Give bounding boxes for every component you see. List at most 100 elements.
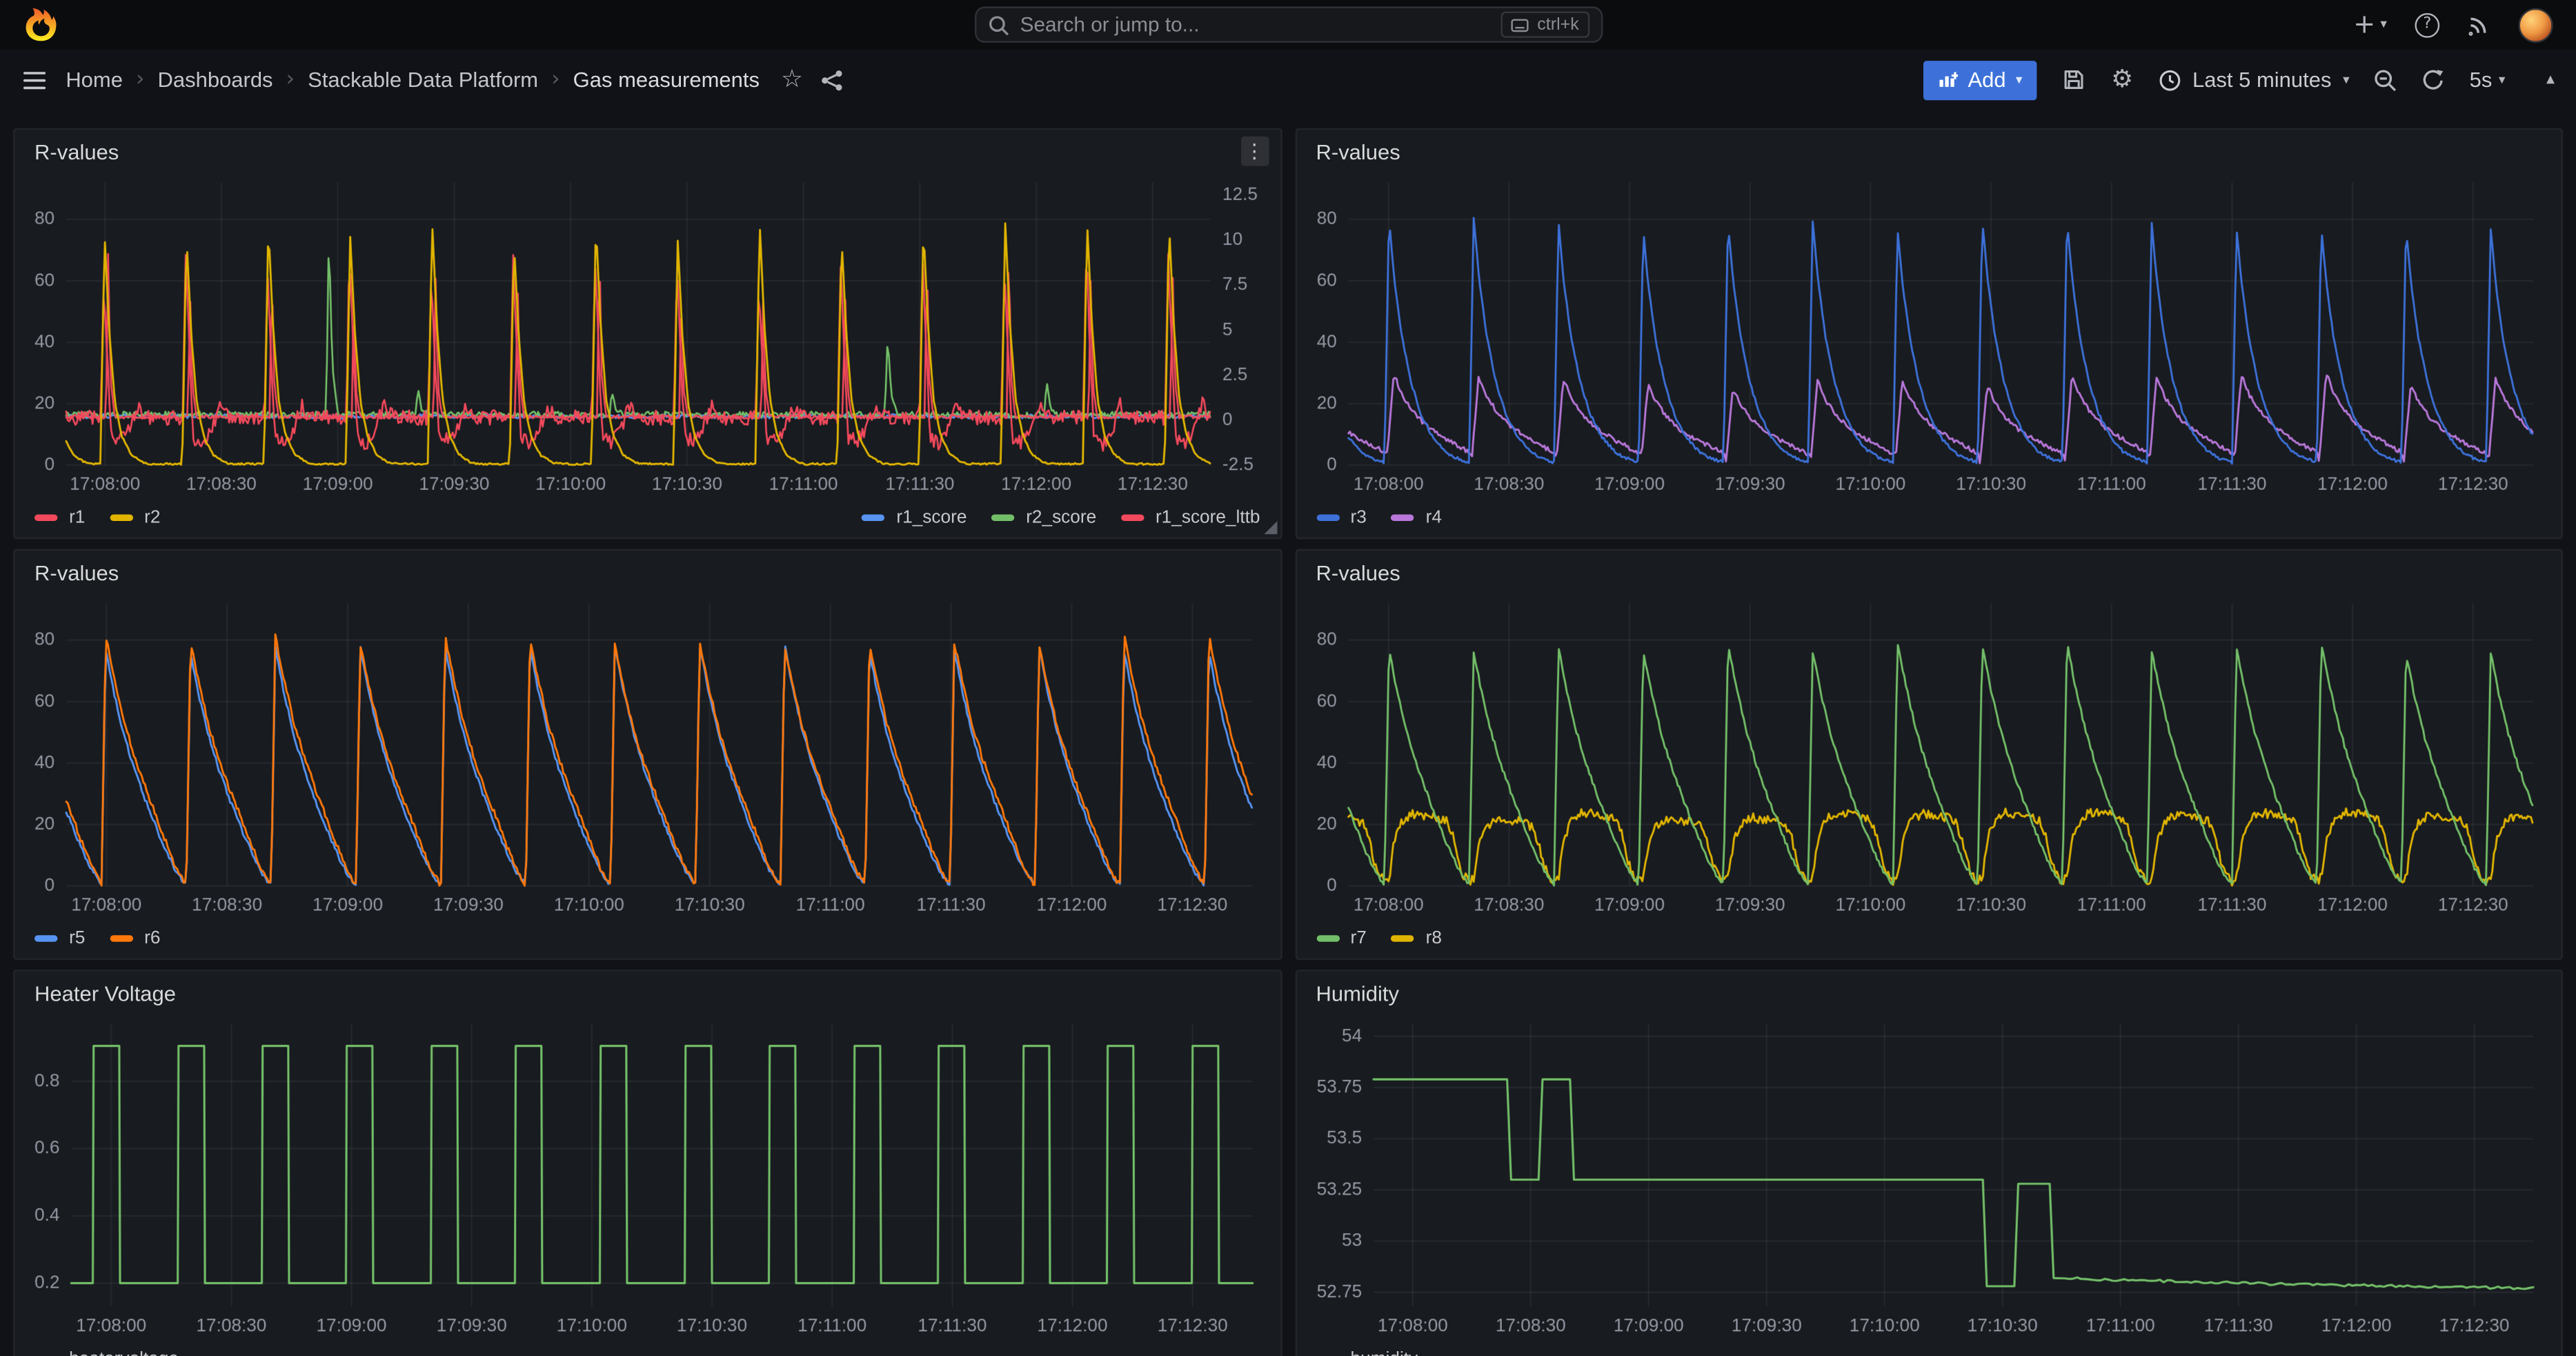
panel-menu-button[interactable]: ⋮ (1240, 137, 1269, 166)
legend-item[interactable]: r1_score (862, 508, 967, 528)
time-range-picker[interactable]: Last 5 minutes ▾ (2158, 68, 2350, 92)
breadcrumb-item[interactable]: Gas measurements (573, 68, 760, 92)
kebab-icon: ⋮ (1245, 141, 1265, 161)
breadcrumb-item[interactable]: Stackable Data Platform (308, 68, 538, 92)
zoom-out-button[interactable] (2374, 68, 2397, 91)
legend-group-left: humidity (1316, 1349, 1418, 1356)
chart-canvas (1308, 593, 2550, 919)
legend-swatch (1391, 515, 1414, 522)
panel-title[interactable]: Heater Voltage (34, 981, 176, 1005)
panel-title[interactable]: Humidity (1316, 981, 1400, 1005)
news-button[interactable] (2468, 13, 2490, 36)
refresh-button[interactable] (2422, 68, 2445, 91)
add-panel-icon (1939, 70, 1959, 90)
panel-legend: r5 r6 (14, 918, 1280, 958)
legend-item[interactable]: r3 (1316, 508, 1367, 528)
search-input[interactable]: Search or jump to... ctrl+k (974, 7, 1602, 43)
panel-chart-area[interactable] (1296, 593, 2562, 919)
keyboard-icon (1511, 17, 1529, 32)
top-navbar: Search or jump to... ctrl+k + ▾ ? (0, 0, 2576, 49)
panel-legend: humidity (1296, 1339, 2562, 1356)
dashboard-toolbar: Home › Dashboards › Stackable Data Platform ›… (0, 49, 2576, 110)
legend-label: r8 (1426, 929, 1442, 949)
legend-item[interactable]: heatervoltage (34, 1349, 179, 1356)
legend-item[interactable]: r8 (1391, 929, 1442, 949)
collapse-toolbar-button[interactable]: ▴ (2546, 72, 2555, 88)
legend-label: humidity (1351, 1349, 1418, 1356)
panel-chart-area[interactable] (1296, 1014, 2562, 1340)
search-icon (987, 14, 1009, 35)
refresh-interval-picker[interactable]: 5s ▾ (2470, 68, 2506, 92)
legend-item[interactable]: r4 (1391, 508, 1442, 528)
breadcrumb-item[interactable]: Home (66, 68, 123, 92)
user-avatar[interactable] (2519, 8, 2553, 42)
panel-chart-area[interactable] (14, 173, 1280, 498)
panel: Humidity ⋮ humidity (1295, 970, 2563, 1356)
panel-chart-area[interactable] (14, 593, 1280, 919)
breadcrumb-separator: › (551, 69, 559, 90)
legend-item[interactable]: humidity (1316, 1349, 1418, 1356)
legend-label: r1_score (896, 508, 967, 528)
panel-title[interactable]: R-values (34, 139, 119, 164)
search-placeholder: Search or jump to... (1020, 13, 1490, 36)
legend-swatch (34, 515, 57, 522)
share-button[interactable] (821, 68, 844, 91)
help-button[interactable]: ? (2415, 12, 2439, 37)
menu-toggle-button[interactable] (21, 66, 48, 92)
panel-header[interactable]: Heater Voltage ⋮ (14, 972, 1280, 1014)
legend-swatch (991, 515, 1014, 522)
panel-header[interactable]: R-values ⋮ (14, 551, 1280, 593)
legend-item[interactable]: r6 (110, 929, 160, 949)
legend-label: r7 (1351, 929, 1367, 949)
save-dashboard-button[interactable] (2062, 68, 2087, 92)
panel-header[interactable]: R-values ⋮ (14, 130, 1280, 173)
keyboard-shortcut-badge: ctrl+k (1501, 12, 1589, 38)
legend-group-left: heatervoltage (34, 1349, 179, 1356)
add-button[interactable]: Add ▾ (1923, 60, 2037, 99)
legend-item[interactable]: r7 (1316, 929, 1367, 949)
legend-item[interactable]: r1_score_lttb (1121, 508, 1260, 528)
favorite-star-button[interactable]: ☆ (781, 68, 803, 92)
legend-item[interactable]: r2 (110, 508, 160, 528)
panel-legend: heatervoltage (14, 1339, 1280, 1356)
legend-item[interactable]: r1 (34, 508, 85, 528)
breadcrumb-item[interactable]: Dashboards (157, 68, 273, 92)
breadcrumb-separator: › (286, 69, 295, 90)
panel-title[interactable]: R-values (1316, 139, 1400, 164)
dashboard-settings-button[interactable]: ⚙ (2111, 68, 2133, 92)
legend-group-right: r1_score r2_score r1_score_lttb (862, 508, 1260, 528)
legend-label: r5 (69, 929, 85, 949)
toolbar-right-actions: Add ▾ ⚙ Last 5 minutes ▾ (1923, 60, 2555, 99)
refresh-icon (2422, 68, 2445, 91)
add-button-label: Add (1968, 68, 2005, 92)
panel: R-values ⋮ r3 r4 (1295, 128, 2563, 539)
panel-header[interactable]: R-values ⋮ (1296, 551, 2562, 593)
legend-swatch (1121, 515, 1144, 522)
panel: Heater Voltage ⋮ heatervoltage (13, 970, 1281, 1356)
grafana-logo[interactable] (23, 7, 59, 43)
legend-label: r2_score (1026, 508, 1096, 528)
legend-item[interactable]: r5 (34, 929, 85, 949)
share-icon (821, 68, 844, 91)
legend-group-left: r3 r4 (1316, 508, 1442, 528)
panel-header[interactable]: R-values ⋮ (1296, 130, 2562, 173)
legend-label: r1 (69, 508, 85, 528)
legend-swatch (1316, 935, 1339, 942)
refresh-interval-label: 5s (2470, 68, 2493, 92)
legend-swatch (110, 515, 132, 522)
breadcrumb-separator: › (136, 69, 144, 90)
legend-item[interactable]: r2_score (991, 508, 1096, 528)
panel-title[interactable]: R-values (34, 560, 119, 584)
legend-swatch (862, 515, 884, 522)
panel-chart-area[interactable] (14, 1014, 1280, 1340)
panel-chart-area[interactable] (1296, 173, 2562, 498)
new-menu-button[interactable]: + ▾ (2353, 12, 2387, 38)
panel-header[interactable]: Humidity ⋮ (1296, 972, 2562, 1014)
panel-title[interactable]: R-values (1316, 560, 1400, 584)
question-icon: ? (2423, 17, 2431, 32)
chart-canvas (1308, 173, 2550, 498)
grafana-app: Search or jump to... ctrl+k + ▾ ? (0, 0, 2576, 1356)
panel-resize-handle[interactable] (1263, 521, 1276, 534)
chevron-down-icon: ▾ (2499, 73, 2506, 86)
panel-legend: r1 r2 r1_score r2_score r1_score_lttb (14, 498, 1280, 538)
